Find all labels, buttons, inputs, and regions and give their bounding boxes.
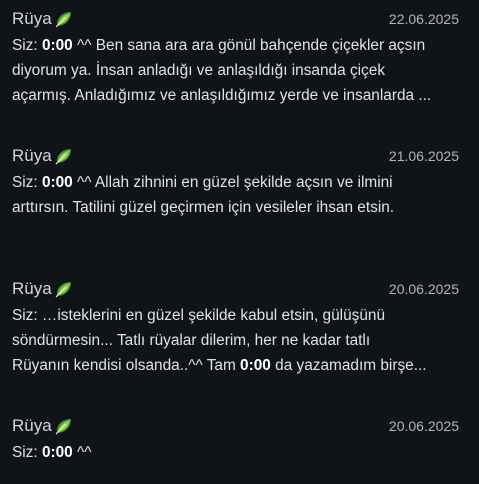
sender-label: Rüya (12, 279, 52, 298)
preview-line: Siz: 0:00 ^^ Allah zihnini en güzel şeki… (12, 170, 472, 195)
preview-text: ^^ Allah zihnini en güzel şekilde açsın … (72, 174, 393, 191)
sender-name: Rüya (12, 8, 73, 30)
sender-prefix: Siz: (12, 307, 38, 324)
preview-line: arttırsın. Tatilini güzel geçirmen için … (12, 199, 395, 216)
preview-line: açarmış. Anladığımız ve anlaşıldığımız y… (12, 87, 432, 104)
message-preview: Siz: 0:00 ^^ Allah zihnini en güzel şeki… (12, 169, 472, 220)
preview-text: Rüyanın kendisi olsanda..^^ Tam (12, 357, 241, 374)
preview-line: Siz: 0:00 ^^ (12, 440, 472, 465)
conversation-header: Rüya 20.06.2025 (12, 415, 469, 439)
time-highlight: 0:00 (240, 357, 271, 374)
leaf-icon (55, 12, 71, 28)
conversation-item[interactable]: Rüya 20.06.2025 Siz: 0:00 ^^ (0, 415, 479, 465)
preview-text: da yazamadım birşe... (270, 357, 427, 374)
leaf-icon (55, 282, 71, 298)
message-date: 20.06.2025 (388, 418, 459, 434)
preview-line: Siz: …isteklerini en güzel şekilde kabul… (12, 303, 472, 328)
time-highlight: 0:00 (41, 444, 73, 461)
sender-name: Rüya (12, 278, 73, 300)
sender-prefix: Siz: (12, 37, 38, 54)
time-highlight: 0:00 (41, 37, 73, 54)
conversation-item[interactable]: Rüya 21.06.2025 Siz: 0:00 ^^ Allah zihni… (0, 145, 479, 220)
conversation-item[interactable]: Rüya 20.06.2025 Siz: …isteklerini en güz… (0, 278, 479, 378)
sender-prefix: Siz: (12, 174, 38, 191)
leaf-icon (55, 419, 71, 435)
sender-label: Rüya (12, 416, 52, 435)
preview-line: söndürmesin... Tatlı rüyalar dilerim, he… (12, 332, 371, 349)
conversation-header: Rüya 22.06.2025 (12, 8, 469, 32)
sender-label: Rüya (12, 9, 52, 28)
sender-label: Rüya (12, 146, 52, 165)
preview-line: Rüyanın kendisi olsanda..^^ Tam 0:00 da … (12, 353, 472, 378)
message-date: 20.06.2025 (388, 281, 459, 297)
preview-text: …isteklerini en güzel şekilde kabul etsi… (37, 307, 385, 324)
message-date: 22.06.2025 (388, 11, 459, 27)
preview-text: ^^ (72, 444, 92, 461)
sender-prefix: Siz: (12, 444, 38, 461)
time-highlight: 0:00 (41, 174, 73, 191)
sender-name: Rüya (12, 145, 73, 167)
preview-line: diyorum ya. İnsan anladığı ve anlaşıldığ… (12, 62, 386, 79)
conversation-header: Rüya 21.06.2025 (12, 145, 469, 169)
preview-line: Siz: 0:00 ^^ Ben sana ara ara gönül bahç… (12, 33, 472, 58)
message-preview: Siz: 0:00 ^^ (12, 439, 472, 465)
leaf-icon (55, 149, 71, 165)
conversation-header: Rüya 20.06.2025 (12, 278, 469, 302)
sender-name: Rüya (12, 415, 73, 437)
conversation-item[interactable]: Rüya 22.06.2025 Siz: 0:00 ^^ Ben sana ar… (0, 8, 479, 108)
message-preview: Siz: …isteklerini en güzel şekilde kabul… (12, 302, 472, 378)
preview-text: ^^ Ben sana ara ara gönül bahçende çiçek… (72, 37, 426, 54)
message-preview: Siz: 0:00 ^^ Ben sana ara ara gönül bahç… (12, 32, 472, 108)
message-date: 21.06.2025 (388, 148, 459, 164)
